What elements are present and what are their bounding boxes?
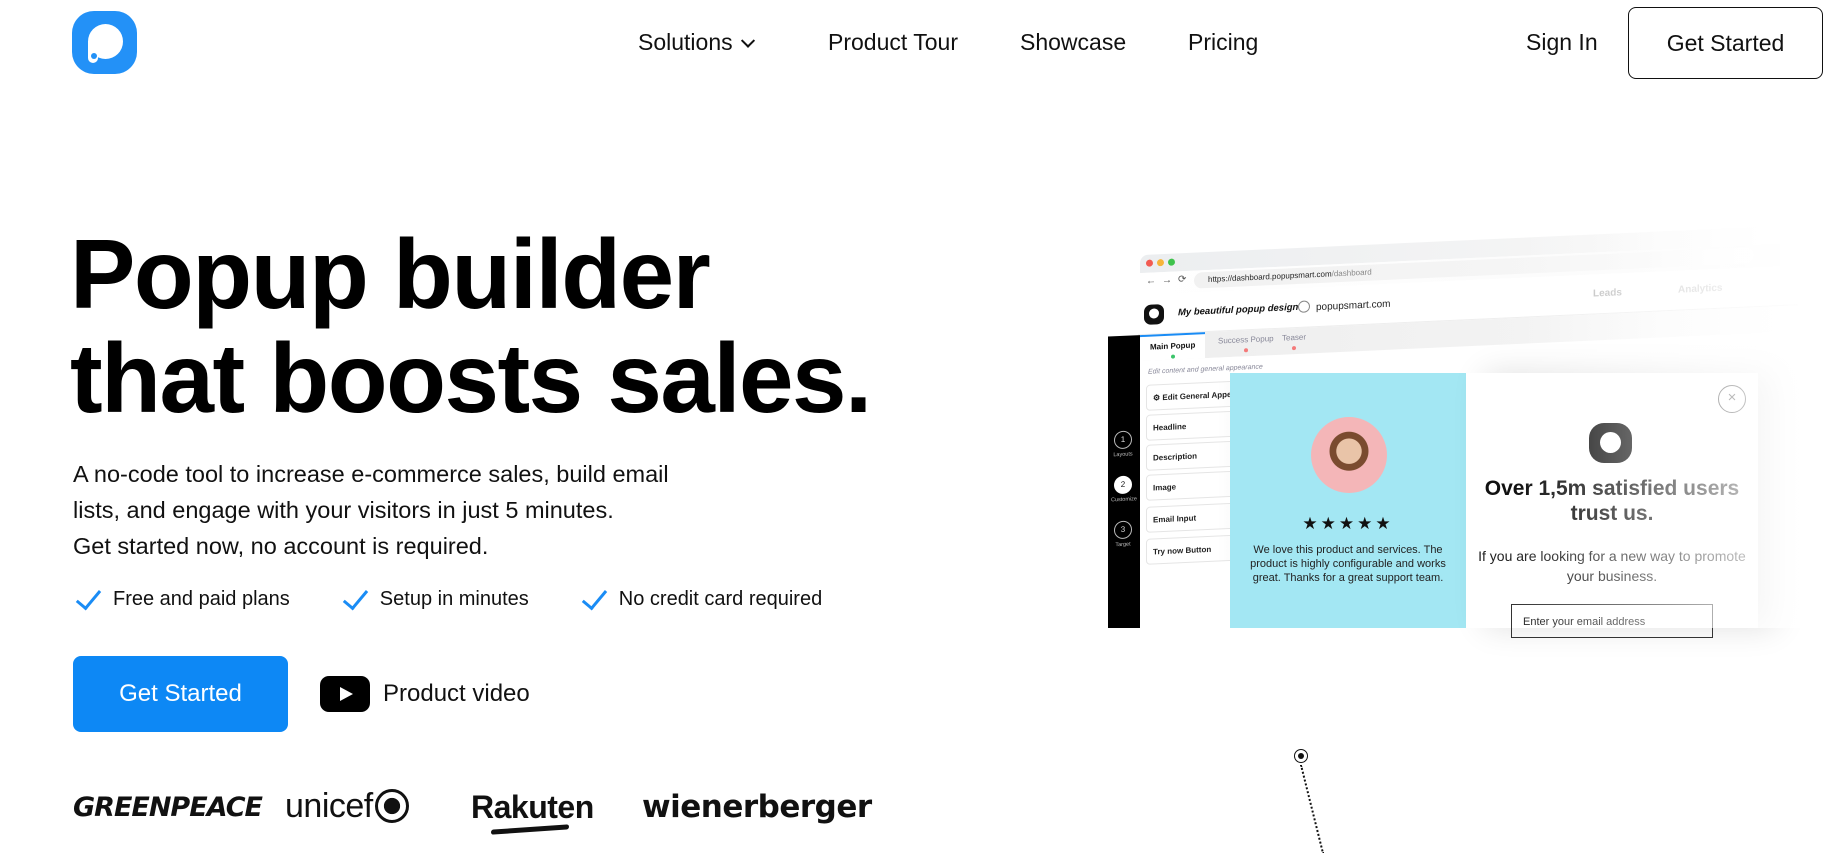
- popup-testimonial-panel: ★★★★★ We love this product and services.…: [1230, 373, 1466, 628]
- popup-description: If you are looking for a new way to prom…: [1478, 548, 1746, 584]
- wienerberger-logo: wienerberger: [642, 789, 872, 825]
- header-get-started-button[interactable]: Get Started: [1628, 7, 1823, 79]
- hero-headline: Popup builder that boosts sales.: [70, 219, 872, 433]
- nav-pricing[interactable]: Pricing: [1188, 27, 1258, 57]
- dotted-trail: [1300, 764, 1325, 853]
- close-light-icon: [1146, 259, 1153, 267]
- youtube-play-icon: [320, 676, 370, 712]
- unicef-logo: unicef: [285, 787, 409, 826]
- browser-nav-icons: ←→⟳: [1146, 273, 1193, 287]
- product-video-link[interactable]: Product video: [320, 676, 530, 712]
- unicef-emblem-icon: [374, 789, 409, 823]
- popup-signup-panel: × Over 1,5m satisfied users trust us. If…: [1466, 373, 1758, 638]
- feature-item: No credit card required: [579, 585, 822, 613]
- steps-sidebar: 1 Layouts 2 Customize 3 Target: [1108, 335, 1140, 628]
- sign-in-link[interactable]: Sign In: [1526, 27, 1598, 57]
- tab-main-popup: Main Popup: [1140, 332, 1206, 362]
- globe-icon: [1298, 300, 1310, 313]
- hero-get-started-button[interactable]: Get Started: [73, 656, 288, 732]
- feature-item: Free and paid plans: [73, 585, 290, 613]
- tab-success-popup: Success Popup: [1218, 334, 1274, 354]
- feature-checklist: Free and paid plans Setup in minutes No …: [73, 585, 872, 613]
- feature-item: Setup in minutes: [340, 585, 529, 613]
- rakuten-logo: Rakuten: [471, 789, 594, 835]
- greenpeace-logo: GREENPEACE: [73, 792, 263, 823]
- nav-solutions[interactable]: Solutions: [638, 27, 755, 57]
- maximize-light-icon: [1168, 258, 1175, 266]
- close-icon: ×: [1718, 385, 1746, 413]
- checkmark-icon: [340, 585, 370, 613]
- tab-teaser: Teaser: [1282, 333, 1306, 351]
- checkmark-icon: [579, 585, 609, 613]
- checkmark-icon: [73, 585, 103, 613]
- cursor-target-icon: [1294, 749, 1308, 763]
- popup-email-input: Enter your email address: [1511, 604, 1713, 638]
- testimonial-text: We love this product and services. The p…: [1250, 544, 1446, 584]
- popup-logo-icon: [1589, 423, 1632, 463]
- app-logo-icon: [1144, 304, 1164, 325]
- nav-showcase[interactable]: Showcase: [1020, 27, 1126, 57]
- chevron-down-icon: [740, 33, 755, 48]
- popup-title: Over 1,5m satisfied users trust us.: [1484, 477, 1740, 525]
- popupsmart-logo[interactable]: [72, 11, 137, 74]
- nav-product-tour[interactable]: Product Tour: [828, 27, 958, 57]
- hero-description: A no-code tool to increase e-commerce sa…: [73, 461, 669, 559]
- minimize-light-icon: [1157, 259, 1164, 267]
- rating-stars: ★★★★★: [1302, 514, 1394, 533]
- testimonial-avatar: [1311, 417, 1387, 493]
